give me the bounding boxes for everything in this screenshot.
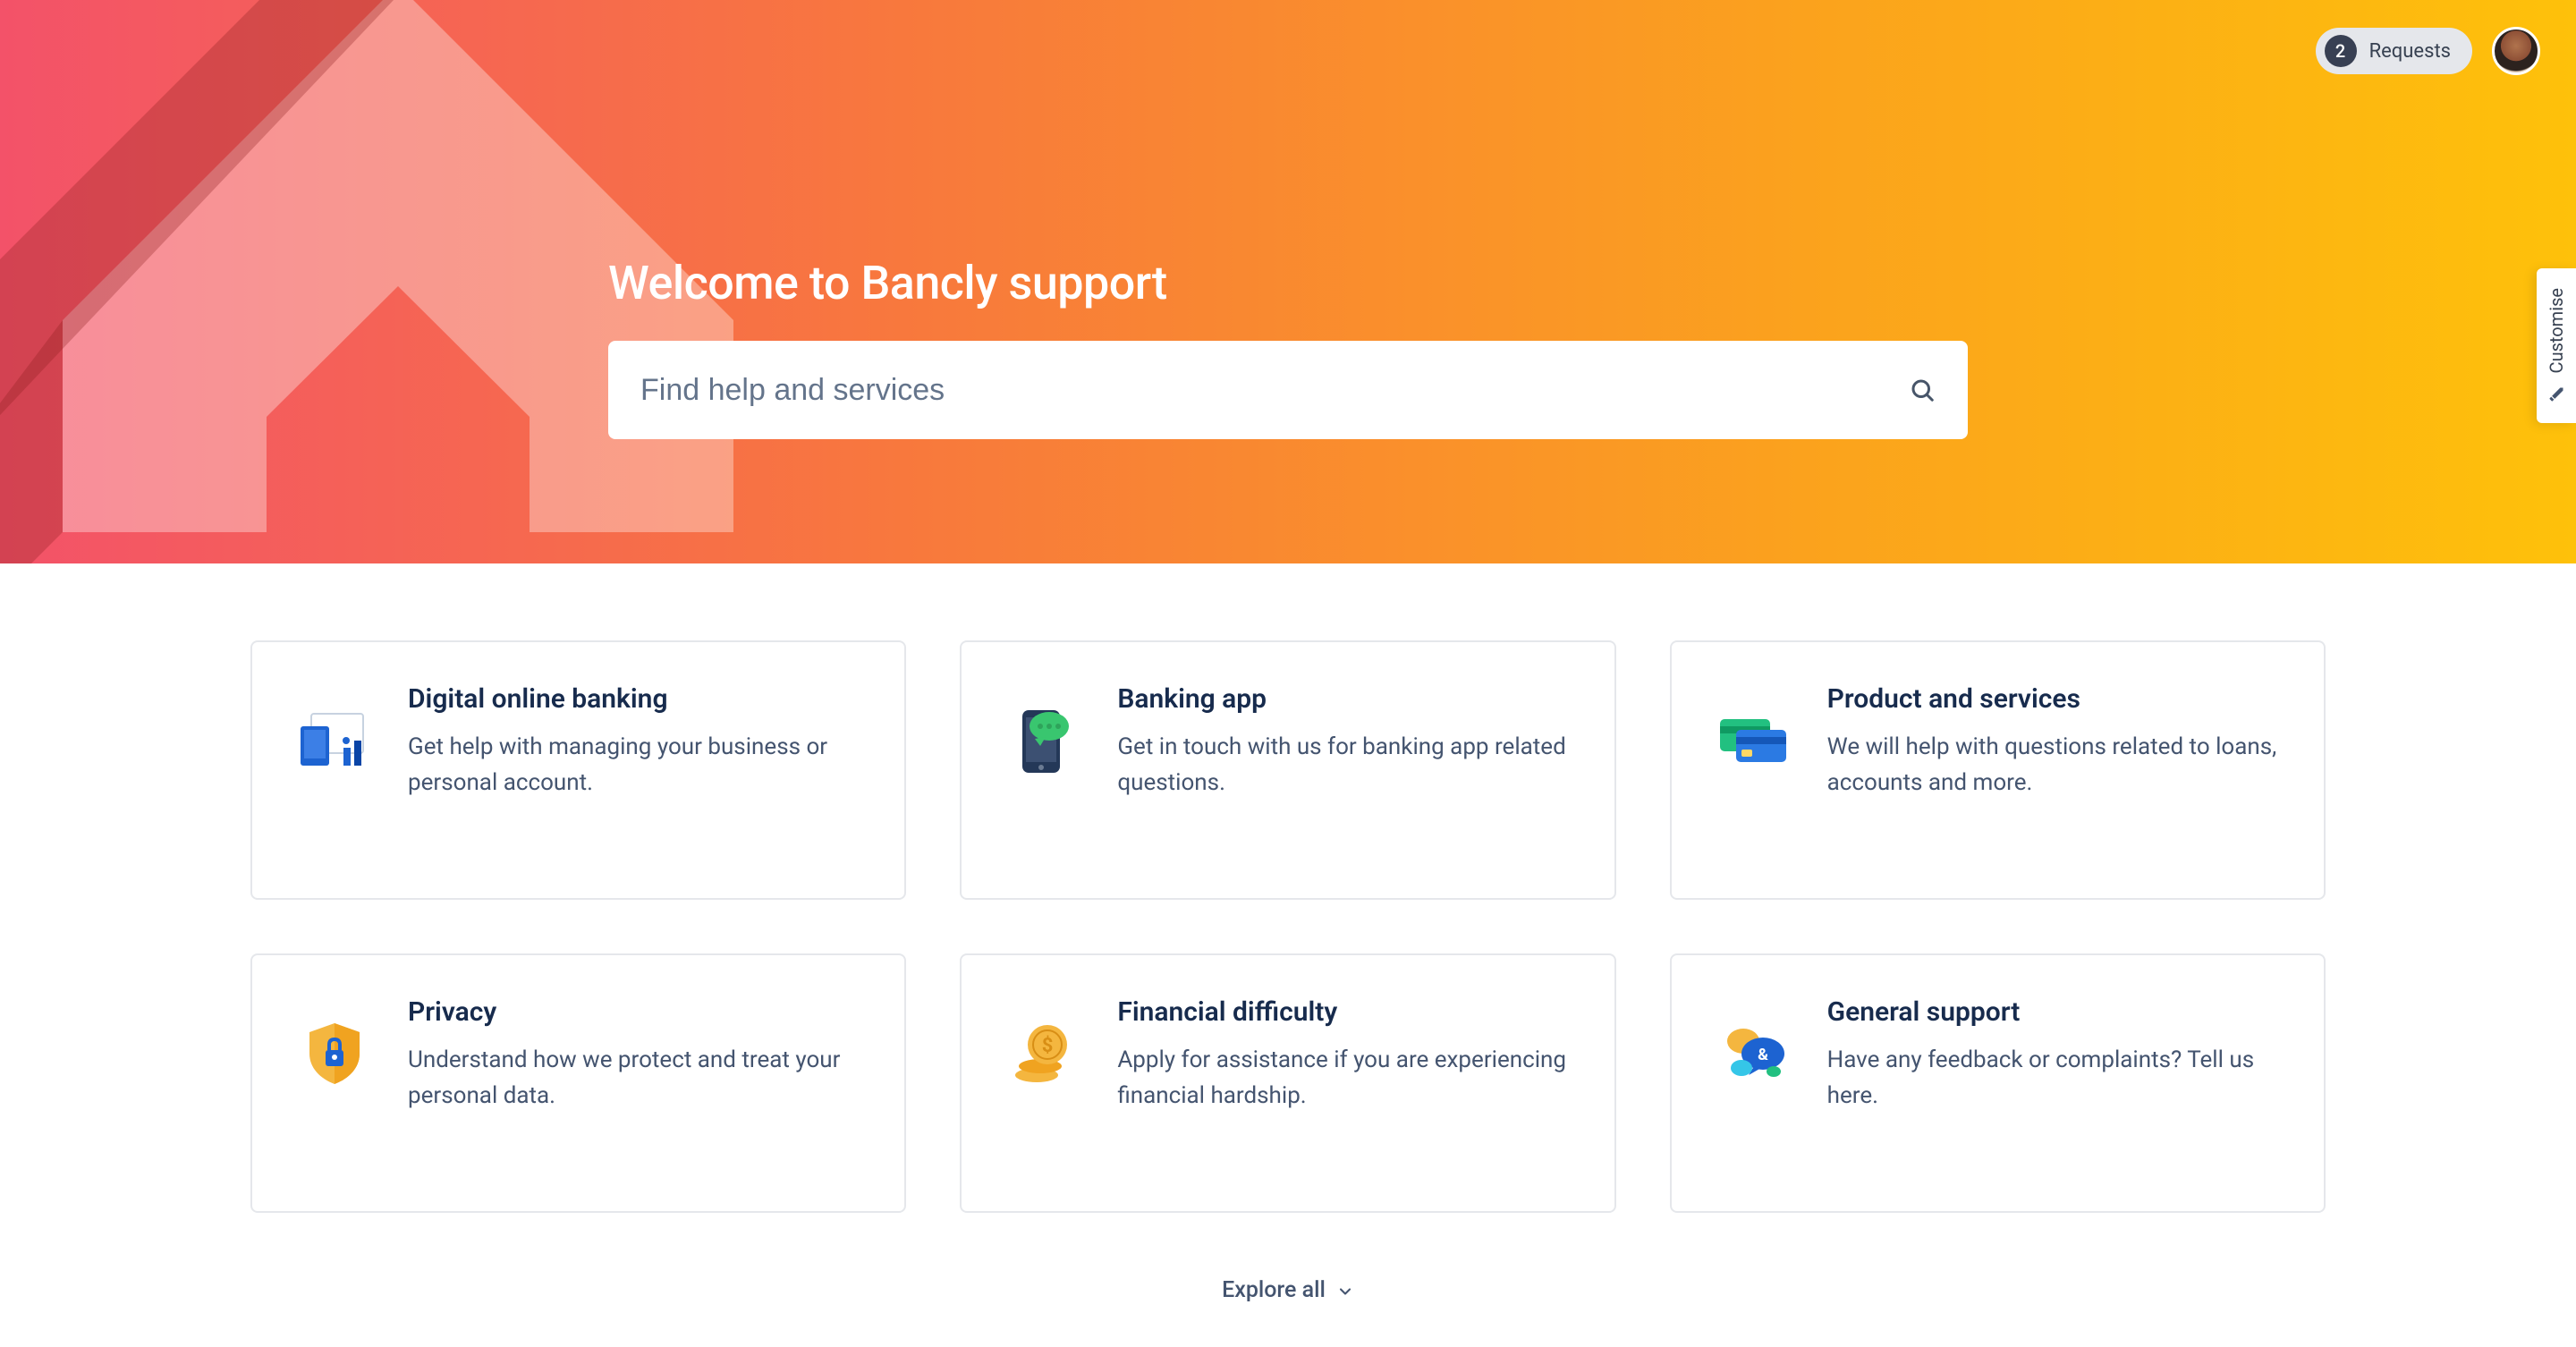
- chevron-down-icon: [1336, 1283, 1354, 1300]
- card-digital-online-banking[interactable]: Digital online banking Get help with man…: [250, 640, 906, 900]
- explore-all-label: Explore all: [1222, 1277, 1326, 1303]
- explore-all-button[interactable]: Explore all: [250, 1277, 2326, 1303]
- card-title: Financial difficulty: [1117, 996, 1569, 1028]
- user-avatar[interactable]: [2492, 27, 2540, 75]
- search-icon: [1909, 377, 1936, 403]
- card-title: Privacy: [408, 996, 860, 1028]
- card-desc: Get help with managing your business or …: [408, 729, 860, 801]
- page-title: Welcome to Bancly support: [608, 256, 1968, 310]
- card-desc: Understand how we protect and treat your…: [408, 1042, 860, 1114]
- card-title: General support: [1827, 996, 2279, 1028]
- svg-text:$: $: [1042, 1035, 1054, 1057]
- card-desc: Apply for assistance if you are experien…: [1117, 1042, 1569, 1114]
- card-title: Banking app: [1117, 683, 1569, 715]
- chat-bubbles-icon: &: [1716, 1016, 1792, 1091]
- coins-icon: $: [1006, 1016, 1081, 1091]
- card-title: Product and services: [1827, 683, 2279, 715]
- shield-lock-icon: [297, 1016, 372, 1091]
- devices-chart-icon: [297, 703, 372, 778]
- card-banking-app[interactable]: Banking app Get in touch with us for ban…: [960, 640, 1615, 900]
- requests-button[interactable]: 2 Requests: [2316, 28, 2472, 74]
- card-desc: Get in touch with us for banking app rel…: [1117, 729, 1569, 801]
- card-financial-difficulty[interactable]: $ Financial difficulty Apply for assista…: [960, 953, 1615, 1213]
- requests-count-badge: 2: [2325, 35, 2357, 67]
- requests-label: Requests: [2369, 40, 2451, 63]
- customise-label: Customise: [2546, 288, 2567, 373]
- card-desc: Have any feedback or complaints? Tell us…: [1827, 1042, 2279, 1114]
- credit-cards-icon: [1716, 703, 1792, 778]
- card-title: Digital online banking: [408, 683, 860, 715]
- card-general-support[interactable]: & General support Have any feedback or c…: [1670, 953, 2326, 1213]
- card-desc: We will help with questions related to l…: [1827, 729, 2279, 801]
- card-product-and-services[interactable]: Product and services We will help with q…: [1670, 640, 2326, 900]
- search-input[interactable]: [640, 373, 1909, 408]
- pencil-icon: [2547, 385, 2565, 403]
- customise-button[interactable]: Customise: [2537, 268, 2576, 423]
- phone-chat-icon: [1006, 703, 1081, 778]
- svg-text:&: &: [1758, 1046, 1768, 1064]
- card-privacy[interactable]: Privacy Understand how we protect and tr…: [250, 953, 906, 1213]
- search-bar[interactable]: [608, 341, 1968, 439]
- hero-banner: 2 Requests Customise Welcome to Bancly s…: [0, 0, 2576, 563]
